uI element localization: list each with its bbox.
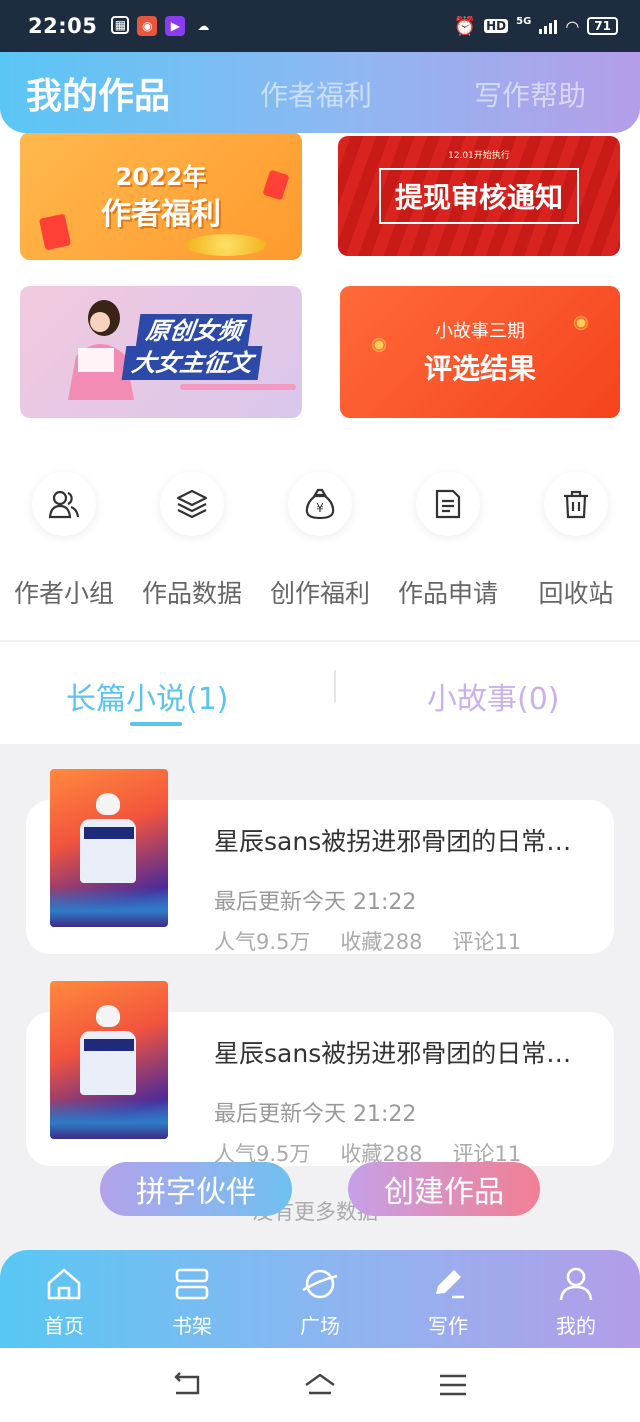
create-work-button[interactable]: 创建作品: [348, 1162, 540, 1216]
nav-write[interactable]: 写作: [384, 1250, 512, 1348]
gold-coins-image: [186, 234, 266, 256]
document-icon: [416, 472, 480, 536]
banner-short-story-result[interactable]: 小故事三期 评选结果: [340, 286, 620, 418]
banner-date: 12.01开始执行: [448, 151, 510, 161]
bookshelf-icon: [175, 1268, 209, 1300]
top-header: 我的作品 作者福利 写作帮助: [0, 52, 640, 133]
system-navigation: [0, 1348, 640, 1422]
trash-icon: [544, 472, 608, 536]
alarm-icon: ⏰: [453, 15, 477, 37]
battery-indicator: 71: [587, 17, 618, 35]
work-title[interactable]: 星辰sans被拐进邪骨团的日常…: [214, 1034, 640, 1070]
work-updated: 最后更新今天 21:22: [214, 1102, 417, 1127]
tab-novel[interactable]: 长篇小说(1): [66, 674, 229, 718]
banner-withdraw-notice[interactable]: 12.01开始执行 提现审核通知: [338, 136, 620, 256]
entry-creation-welfare[interactable]: ¥ 创作福利: [256, 472, 384, 610]
svg-text:¥: ¥: [316, 501, 324, 515]
entry-author-group[interactable]: 作者小组: [0, 472, 128, 610]
user-icon: [559, 1267, 593, 1301]
firework-decoration: [344, 310, 414, 380]
wifi-icon: ◠: [565, 16, 580, 36]
entry-label: 创作福利: [269, 579, 370, 608]
video-notification-icon: ▶: [165, 16, 186, 36]
network-label: 5G: [516, 15, 532, 27]
comments-count: 评论11: [452, 930, 522, 954]
entry-label: 作品申请: [397, 579, 498, 608]
banner-title-line2: 大女主征文: [121, 346, 263, 380]
tab-indicator: [130, 722, 182, 726]
users-icon: [32, 472, 96, 536]
favorites-count: 收藏288: [340, 930, 423, 954]
red-envelope-icon: [262, 169, 290, 201]
hd-badge: HD: [484, 19, 509, 33]
signal-icon: [539, 18, 558, 34]
writing-partner-button[interactable]: 拼字伙伴: [100, 1162, 292, 1216]
home-nav-icon[interactable]: [303, 1371, 337, 1399]
entry-works-data[interactable]: 作品数据: [128, 472, 256, 610]
banner-title: 作者福利: [101, 197, 221, 232]
nav-label: 我的: [556, 1314, 596, 1338]
banner-title-line1: 原创女频: [135, 314, 253, 348]
planet-icon: [302, 1269, 338, 1299]
tab-author-welfare[interactable]: 作者福利: [260, 74, 372, 114]
nav-label: 写作: [428, 1314, 468, 1338]
back-icon[interactable]: [170, 1371, 204, 1399]
nav-bookshelf[interactable]: 书架: [128, 1250, 256, 1348]
status-bar: 22:05 ▦ ◉ ▶ ☁ ⏰ HD 5G ◠ 71: [0, 0, 640, 52]
nav-home[interactable]: 首页: [0, 1250, 128, 1348]
works-tabs: 长篇小说(1) 小故事(0): [0, 660, 640, 730]
quick-entries: 作者小组 作品数据 ¥ 创作福利 作品申请 回收站: [0, 472, 640, 610]
banner-original-female[interactable]: 原创女频 大女主征文: [20, 286, 302, 418]
banner-author-welfare[interactable]: 2022年 作者福利: [20, 132, 302, 260]
section-divider: [0, 640, 640, 642]
red-envelope-icon: [38, 213, 72, 251]
entry-recycle-bin[interactable]: 回收站: [512, 472, 640, 610]
book-cover[interactable]: [50, 981, 168, 1139]
tab-separator: [334, 670, 336, 702]
layers-icon: [160, 472, 224, 536]
banner-subtitle: 小故事三期: [434, 321, 525, 342]
nav-label: 书架: [172, 1314, 212, 1338]
app-notification-icon: ▦: [111, 16, 130, 34]
nav-label: 首页: [44, 1314, 84, 1338]
bottom-nav: 首页 书架 广场 写作 我的: [0, 1250, 640, 1348]
book-cover[interactable]: [50, 769, 168, 927]
pen-icon: [436, 1270, 464, 1299]
work-title[interactable]: 星辰sans被拐进邪骨团的日常…: [214, 822, 640, 858]
money-bag-icon: ¥: [288, 472, 352, 536]
tab-writing-help[interactable]: 写作帮助: [474, 74, 586, 114]
tab-my-works[interactable]: 我的作品: [26, 67, 170, 119]
nav-label: 广场: [300, 1314, 340, 1338]
firework-decoration: [546, 288, 616, 358]
decorative-stripe: [180, 384, 296, 390]
banner-year: 2022年: [115, 163, 207, 191]
status-app-icons: ▦ ◉ ▶ ☁: [111, 16, 213, 36]
status-indicators: ⏰ HD 5G ◠ 71: [454, 16, 618, 37]
entry-label: 作品数据: [141, 579, 242, 608]
home-icon: [47, 1268, 81, 1300]
nav-square[interactable]: 广场: [256, 1250, 384, 1348]
status-time: 22:05: [28, 14, 98, 38]
banner-title: 评选结果: [423, 352, 536, 385]
entry-label: 作者小组: [13, 579, 114, 608]
menu-icon[interactable]: [436, 1371, 470, 1399]
work-updated: 最后更新今天 21:22: [214, 890, 417, 915]
nav-mine[interactable]: 我的: [512, 1250, 640, 1348]
popularity-count: 人气9.5万: [214, 930, 311, 954]
entry-label: 回收站: [538, 579, 614, 608]
tab-short-story[interactable]: 小故事(0): [427, 674, 560, 718]
work-stats: 人气9.5万 收藏288 评论11: [214, 926, 521, 956]
entry-works-application[interactable]: 作品申请: [384, 472, 512, 610]
banner-title: 提现审核通知: [394, 181, 563, 214]
cloud-icon: ☁: [197, 19, 210, 33]
game-notification-icon: ◉: [137, 16, 158, 36]
